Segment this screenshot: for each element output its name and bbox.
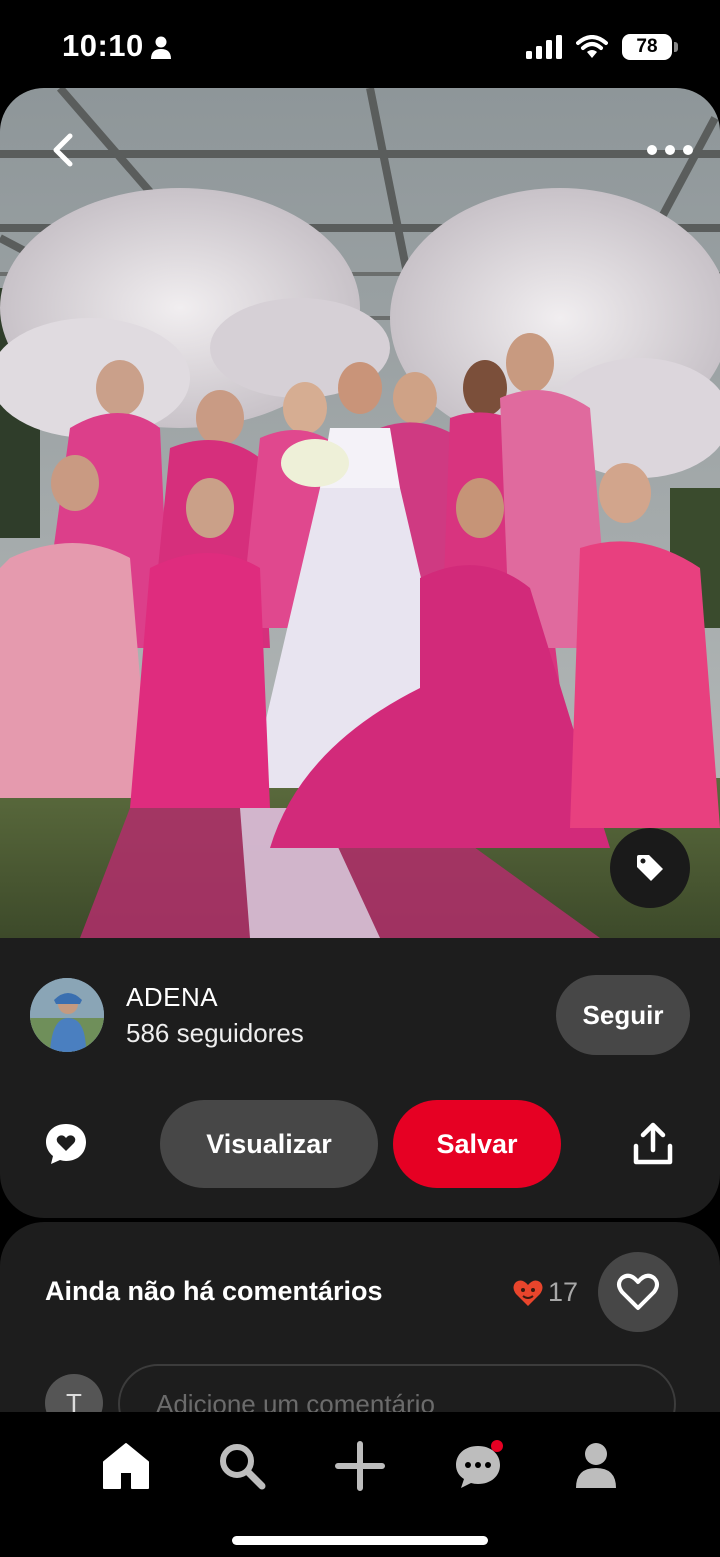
author-followers: 586 seguidores xyxy=(126,1018,304,1048)
visualize-button[interactable]: Visualizar xyxy=(160,1100,378,1188)
pin-image[interactable] xyxy=(0,88,720,938)
profile-icon[interactable] xyxy=(570,1440,622,1492)
follow-button[interactable]: Seguir xyxy=(556,975,690,1055)
author-row: ADENA 586 seguidores Seguir xyxy=(0,968,720,1068)
status-time: 10:10 xyxy=(62,28,144,63)
status-bar: 10:10 78 xyxy=(0,0,720,92)
tag-icon xyxy=(637,855,663,881)
messages-icon[interactable] xyxy=(452,1440,504,1492)
search-icon[interactable] xyxy=(216,1440,268,1492)
reaction-count: 17 xyxy=(548,1277,579,1307)
author-name[interactable]: ADENA xyxy=(126,982,218,1013)
avatar-photo xyxy=(30,978,104,1052)
home-indicator xyxy=(232,1536,488,1545)
like-button[interactable] xyxy=(598,1252,678,1332)
wifi-icon xyxy=(576,35,608,58)
pin-card: ADENA 586 seguidores Seguir Visualizar S… xyxy=(0,88,720,1218)
battery-indicator: 78 xyxy=(622,34,678,60)
home-icon[interactable] xyxy=(100,1440,152,1492)
status-indicators: 78 xyxy=(526,34,678,60)
no-comments-text: Ainda não há comentários xyxy=(45,1276,383,1306)
save-button[interactable]: Salvar xyxy=(393,1100,561,1188)
action-row: Visualizar Salvar xyxy=(0,1100,720,1190)
wedding-photo xyxy=(0,88,720,938)
heart-eyes-reaction-icon xyxy=(513,1280,543,1306)
avatar[interactable] xyxy=(30,978,104,1052)
person-icon xyxy=(151,36,171,59)
plus-icon[interactable] xyxy=(334,1440,386,1492)
more-icon[interactable] xyxy=(642,132,698,168)
chevron-left-icon[interactable] xyxy=(44,130,84,170)
comment-heart-icon[interactable] xyxy=(42,1120,90,1168)
reactions[interactable]: 17 xyxy=(512,1277,578,1308)
signal-icon xyxy=(526,35,562,59)
share-icon[interactable] xyxy=(632,1122,674,1166)
heart-outline-icon xyxy=(617,1273,659,1310)
tag-button[interactable] xyxy=(610,828,690,908)
